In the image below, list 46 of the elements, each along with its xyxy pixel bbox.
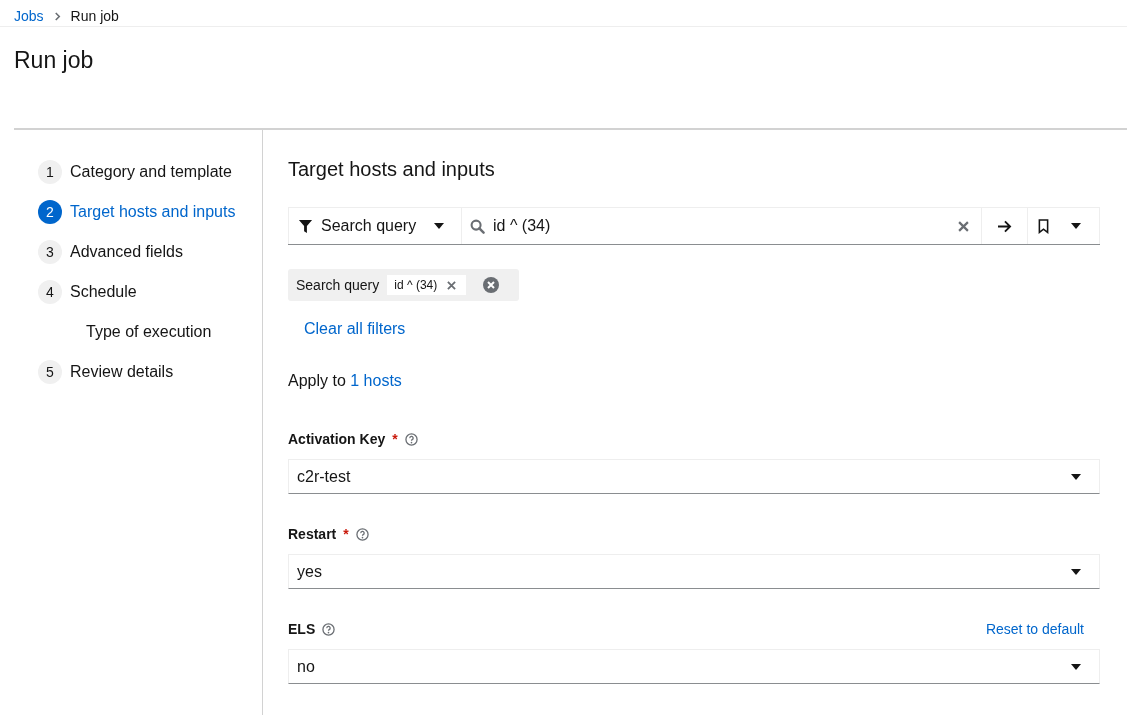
hosts-link[interactable]: 1 hosts — [350, 372, 402, 389]
chevron-right-icon — [53, 11, 61, 21]
caret-down-icon — [434, 223, 444, 229]
help-icon[interactable] — [355, 527, 369, 541]
chip-group-label: Search query — [296, 277, 380, 293]
help-icon[interactable] — [322, 622, 336, 636]
apply-to-text: Apply to 1 hosts — [288, 372, 403, 390]
chip-label: id ^ (34) — [394, 278, 438, 292]
field-label: Restart — [288, 526, 337, 542]
step-number: 3 — [38, 240, 62, 264]
wizard-step[interactable]: 3 Advanced fields — [14, 232, 262, 272]
step-number: 2 — [38, 200, 62, 224]
caret-down-icon — [1071, 473, 1081, 480]
step-number: 4 — [38, 280, 62, 304]
step-number: 5 — [38, 360, 62, 384]
bookmark-icon — [1038, 218, 1049, 234]
search-icon — [470, 218, 485, 234]
clear-filters-link[interactable]: Clear all filters — [304, 320, 406, 338]
select-dropdown[interactable]: yes — [288, 554, 1100, 589]
breadcrumb-link[interactable]: Jobs — [14, 8, 44, 24]
page-title: Run job — [13, 46, 95, 75]
bookmark-dropdown[interactable] — [1027, 208, 1100, 244]
wizard-substep[interactable]: Type of execution — [14, 312, 262, 352]
caret-down-icon — [1071, 663, 1081, 670]
select-dropdown[interactable]: c2r-test — [288, 459, 1100, 494]
close-icon[interactable] — [447, 280, 457, 290]
reset-to-default-link[interactable]: Reset to default — [985, 621, 1084, 637]
arrow-right-icon — [997, 219, 1012, 233]
step-number: 1 — [38, 160, 62, 184]
caret-down-icon — [1071, 568, 1081, 575]
field-label: Activation Key — [288, 431, 386, 447]
close-circle-icon[interactable] — [483, 277, 500, 293]
clear-icon[interactable] — [958, 220, 969, 232]
filter-icon — [298, 218, 313, 234]
caret-down-icon — [1071, 223, 1081, 229]
wizard-step[interactable]: 5 Review details — [14, 352, 262, 392]
select-dropdown[interactable]: no — [288, 649, 1100, 684]
required-marker: * — [392, 431, 398, 447]
help-icon[interactable] — [404, 432, 418, 446]
breadcrumb-current: Run job — [70, 8, 119, 24]
section-title: Target hosts and inputs — [288, 158, 496, 181]
wizard-step[interactable]: 1 Category and template — [14, 152, 262, 192]
wizard-step[interactable]: 4 Schedule — [14, 272, 262, 312]
field-label: ELS — [288, 621, 316, 637]
required-marker: * — [343, 526, 349, 542]
wizard-step[interactable]: 2 Target hosts and inputs — [14, 192, 262, 232]
